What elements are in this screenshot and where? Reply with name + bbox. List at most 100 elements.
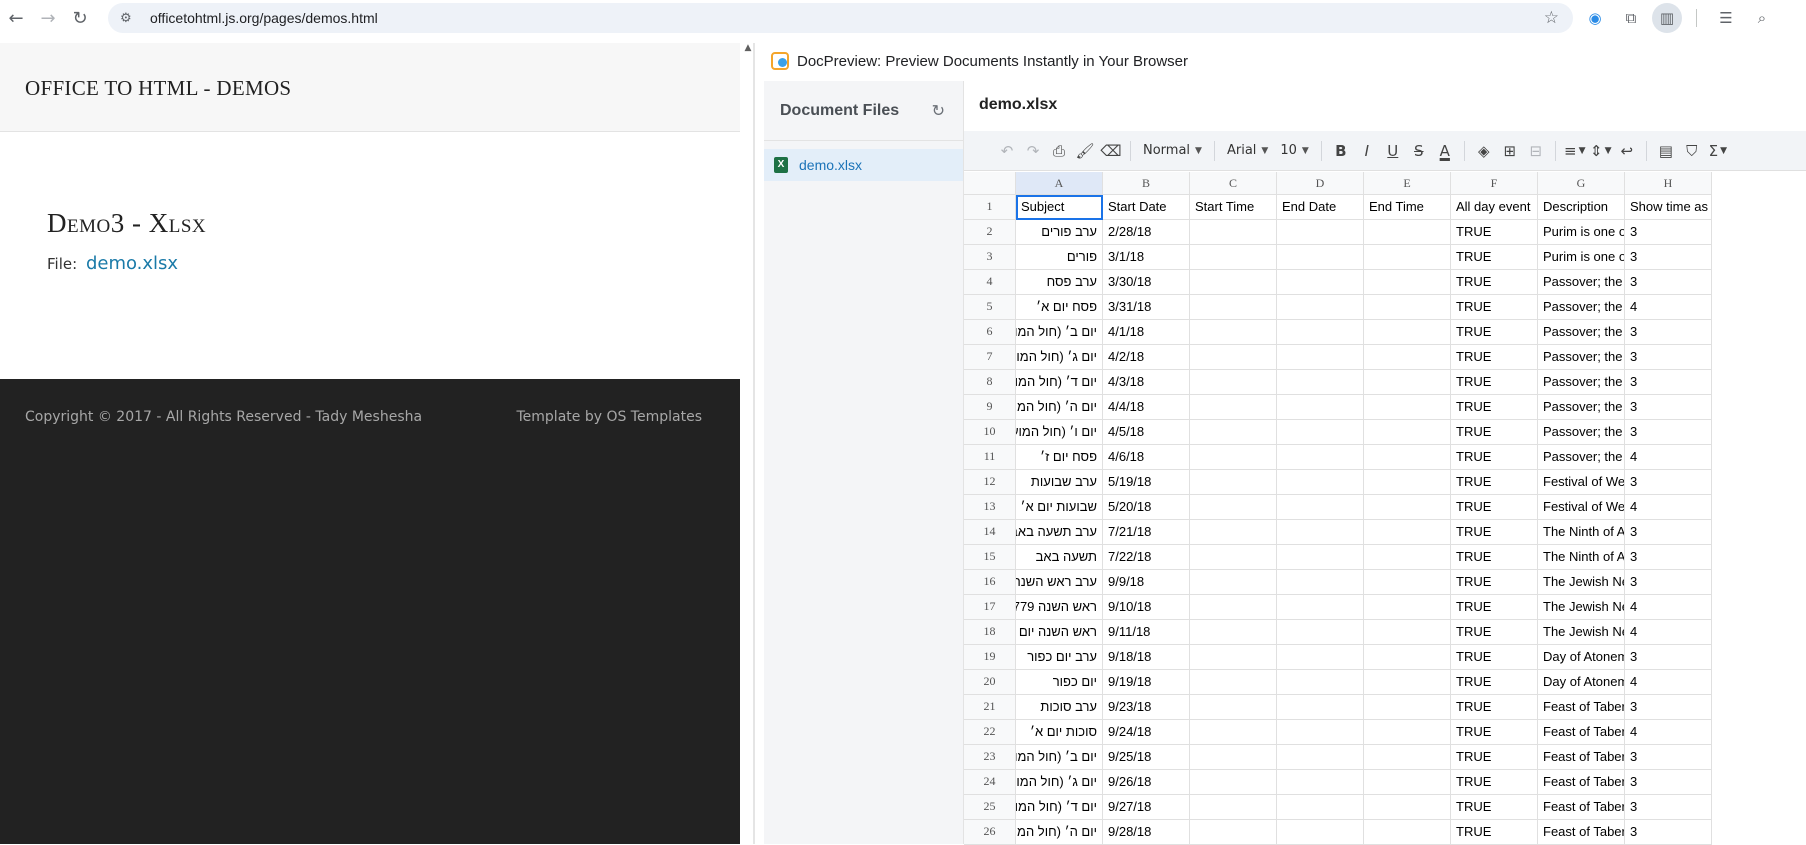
sheet-cell[interactable]: TRUE (1451, 370, 1538, 395)
sheet-cell[interactable]: TRUE (1451, 420, 1538, 445)
sheet-cell[interactable] (1190, 420, 1277, 445)
sheet-cell[interactable] (1364, 695, 1451, 720)
sheet-cell[interactable] (1364, 395, 1451, 420)
sheet-cell[interactable] (1277, 470, 1364, 495)
sheet-cell[interactable] (1364, 270, 1451, 295)
sheet-cell[interactable] (1190, 670, 1277, 695)
sheet-cell[interactable]: 3 (1625, 320, 1712, 345)
column-header-c[interactable]: C (1190, 172, 1277, 195)
sheet-cell[interactable]: פורים (1016, 245, 1103, 270)
sheet-cell[interactable]: 3 (1625, 795, 1712, 820)
sheet-cell[interactable]: 3 (1625, 270, 1712, 295)
sheet-cell[interactable]: 3 (1625, 245, 1712, 270)
row-header[interactable]: 14 (964, 520, 1016, 545)
sheet-cell[interactable]: יום ג׳ (חול המועד) (1016, 345, 1103, 370)
sheet-cell[interactable]: TRUE (1451, 570, 1538, 595)
sheet-cell[interactable] (1277, 745, 1364, 770)
sheet-cell[interactable]: 4/1/18 (1103, 320, 1190, 345)
sheet-cell[interactable]: 3 (1625, 520, 1712, 545)
sheet-cell[interactable] (1364, 545, 1451, 570)
sheet-cell[interactable]: 3/30/18 (1103, 270, 1190, 295)
sheet-cell[interactable] (1190, 595, 1277, 620)
sheet-cell[interactable]: 3 (1625, 695, 1712, 720)
sheet-cell[interactable]: 9/18/18 (1103, 645, 1190, 670)
sheet-cell[interactable]: Purim is one of t (1538, 220, 1625, 245)
sheet-cell[interactable] (1190, 620, 1277, 645)
sheet-cell[interactable] (1277, 645, 1364, 670)
sheet-cell[interactable] (1190, 745, 1277, 770)
print-icon[interactable]: ⎙ (1046, 138, 1072, 164)
sheet-cell[interactable] (1364, 345, 1451, 370)
sheet-cell[interactable]: Show time as (1625, 195, 1712, 220)
sheet-cell[interactable]: TRUE (1451, 495, 1538, 520)
reload-button[interactable]: ↻ (64, 2, 96, 34)
column-header-e[interactable]: E (1364, 172, 1451, 195)
sheet-cell[interactable]: TRUE (1451, 295, 1538, 320)
sheet-cell[interactable]: TRUE (1451, 320, 1538, 345)
sheet-cell[interactable] (1364, 820, 1451, 845)
sheet-cell[interactable] (1190, 295, 1277, 320)
sheet-cell[interactable]: TRUE (1451, 445, 1538, 470)
italic-icon[interactable]: I (1354, 138, 1380, 164)
sheet-cell[interactable]: 4 (1625, 495, 1712, 520)
sheet-cell[interactable]: 9/9/18 (1103, 570, 1190, 595)
sheet-cell[interactable]: ערב שבועות (1016, 470, 1103, 495)
row-header[interactable]: 4 (964, 270, 1016, 295)
sheet-cell[interactable] (1277, 795, 1364, 820)
row-header[interactable]: 16 (964, 570, 1016, 595)
sheet-cell[interactable]: 4/6/18 (1103, 445, 1190, 470)
sheet-cell[interactable]: 3 (1625, 570, 1712, 595)
side-panel-icon[interactable]: ▥ (1652, 3, 1682, 33)
url-text[interactable]: officetohtml.js.org/pages/demos.html (150, 10, 378, 26)
sheet-cell[interactable]: Passover; the Fe (1538, 270, 1625, 295)
sheet-cell[interactable]: Feast of Taberna (1538, 720, 1625, 745)
row-header[interactable]: 23 (964, 745, 1016, 770)
sheet-cell[interactable]: פסח יום ז׳ (1016, 445, 1103, 470)
undo-icon[interactable]: ↶ (994, 138, 1020, 164)
sheet-cell[interactable]: TRUE (1451, 620, 1538, 645)
sheet-cell[interactable]: TRUE (1451, 395, 1538, 420)
sheet-cell[interactable] (1364, 645, 1451, 670)
row-header[interactable]: 12 (964, 470, 1016, 495)
column-header-g[interactable]: G (1538, 172, 1625, 195)
sheet-cell[interactable]: ערב סוכות (1016, 695, 1103, 720)
sheet-cell[interactable]: יום ב׳ (חול המועד) (1016, 745, 1103, 770)
strikethrough-icon[interactable]: S (1406, 138, 1432, 164)
sheet-cell[interactable]: 4 (1625, 445, 1712, 470)
sheet-cell[interactable] (1277, 720, 1364, 745)
sheet-cell[interactable]: 9/23/18 (1103, 695, 1190, 720)
sheet-cell[interactable]: 2/28/18 (1103, 220, 1190, 245)
sheet-cell[interactable] (1190, 370, 1277, 395)
sheet-cell[interactable]: 9/10/18 (1103, 595, 1190, 620)
sheet-cell[interactable]: TRUE (1451, 745, 1538, 770)
sheet-cell[interactable] (1364, 470, 1451, 495)
corner-cell[interactable] (964, 172, 1016, 195)
sheet-cell[interactable] (1277, 270, 1364, 295)
sheet-cell[interactable] (1277, 620, 1364, 645)
sheet-cell[interactable] (1190, 695, 1277, 720)
sheet-cell[interactable]: TRUE (1451, 670, 1538, 695)
row-header[interactable]: 9 (964, 395, 1016, 420)
sheet-cell[interactable]: 7/22/18 (1103, 545, 1190, 570)
sheet-cell[interactable]: Passover; the Fe (1538, 420, 1625, 445)
sheet-cell[interactable]: יום כפור (1016, 670, 1103, 695)
sheet-cell[interactable] (1190, 520, 1277, 545)
sheet-cell[interactable]: TRUE (1451, 245, 1538, 270)
extensions-puzzle-icon[interactable]: ⧉ (1616, 3, 1646, 33)
sheet-cell[interactable] (1364, 495, 1451, 520)
sheet-cell[interactable] (1190, 545, 1277, 570)
sheet-cell[interactable]: The Ninth of Av; (1538, 545, 1625, 570)
sheet-cell[interactable]: 9/11/18 (1103, 620, 1190, 645)
sheet-cell[interactable]: 3 (1625, 820, 1712, 845)
sheet-cell[interactable]: End Date (1277, 195, 1364, 220)
sheet-cell[interactable]: Passover; the Fe (1538, 295, 1625, 320)
footer-template-credit[interactable]: Template by OS Templates (517, 409, 703, 425)
file-item-demo-xlsx[interactable]: X demo.xlsx (764, 149, 963, 181)
sheet-cell[interactable]: יום ה׳ (חול המועד) (1016, 395, 1103, 420)
sheet-cell[interactable]: 9/27/18 (1103, 795, 1190, 820)
sheet-cell[interactable] (1364, 520, 1451, 545)
sheet-cell[interactable]: 4/2/18 (1103, 345, 1190, 370)
sheet-cell[interactable]: 4 (1625, 720, 1712, 745)
sheet-cell[interactable] (1364, 370, 1451, 395)
column-header-b[interactable]: B (1103, 172, 1190, 195)
